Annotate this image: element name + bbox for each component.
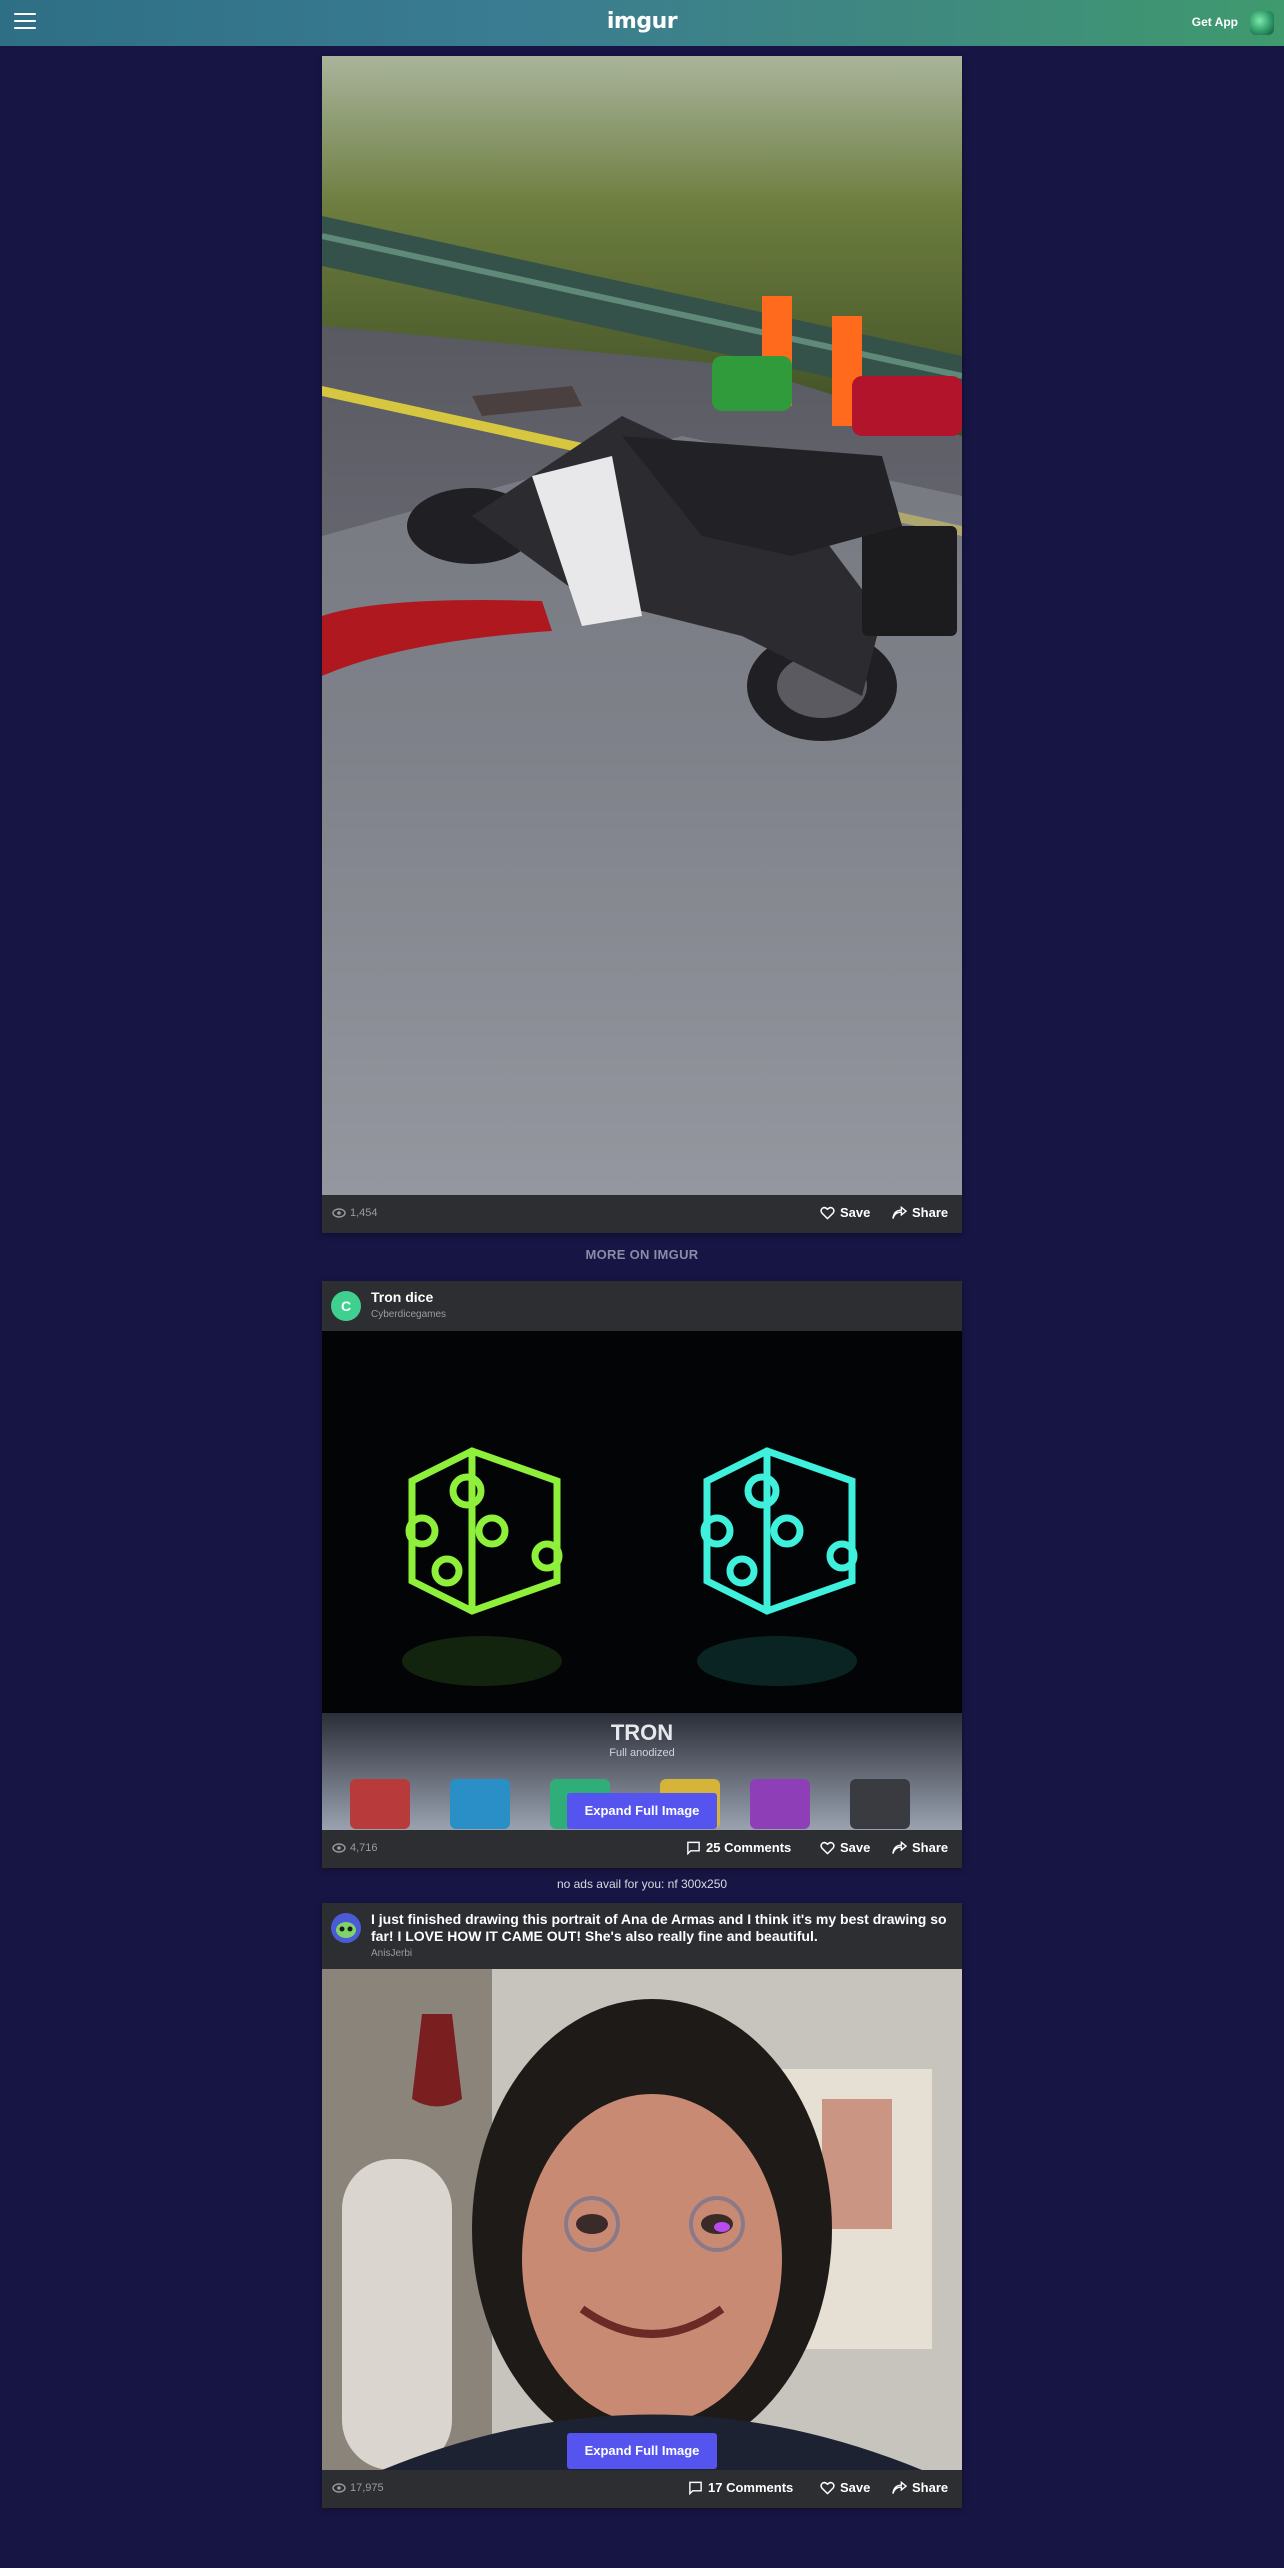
share-label: Share (912, 1205, 949, 1220)
view-count-text: 17,975 (350, 2482, 384, 2494)
ad-placeholder-note: no ads avail for you: nf 300x250 (556, 1877, 728, 1891)
expand-full-image-button[interactable]: Expand Full Image (567, 2433, 717, 2469)
share-button[interactable]: Share (892, 2480, 948, 2495)
comments-button[interactable]: 17 Comments (688, 2480, 793, 2495)
app-logo-icon[interactable] (1250, 11, 1274, 35)
save-button[interactable]: Save (820, 1840, 870, 1855)
view-count: 4,716 (332, 1842, 378, 1854)
share-button[interactable]: Share (892, 1840, 948, 1855)
expand-full-image-button[interactable]: Expand Full Image (567, 1793, 717, 1829)
banner-subtitle: Full anodized (609, 1747, 675, 1759)
avatar[interactable]: C (331, 1291, 361, 1321)
comments-label: 25 Comments (706, 1840, 792, 1855)
heart-icon (820, 1206, 835, 1220)
feed-post: C Tron dice Cyberdicegames TRON Full ano… (322, 1281, 962, 1868)
avatar[interactable] (331, 1913, 361, 1943)
post-footer: 17,975 17 Comments Save Share (322, 2470, 962, 2508)
post-image[interactable]: TRON Full anodized (322, 1331, 962, 1830)
more-on-imgur-heading: MORE ON IMGUR (585, 1247, 699, 1262)
heart-icon (820, 2481, 835, 2495)
save-label: Save (840, 1840, 871, 1855)
view-count: 1,454 (332, 1207, 378, 1219)
top-bar: imgur Get App (0, 0, 1284, 46)
share-icon (892, 2480, 907, 2494)
alien-avatar-icon (336, 1922, 356, 1938)
main-post: 1,454 Save Share (322, 56, 962, 1233)
save-button[interactable]: Save (820, 1205, 870, 1220)
post-footer: 4,716 25 Comments Save Share (322, 1830, 962, 1868)
share-button[interactable]: Share (892, 1205, 948, 1220)
save-button[interactable]: Save (820, 2480, 870, 2495)
view-count-text: 1,454 (350, 1207, 378, 1219)
post-header[interactable]: C Tron dice Cyberdicegames (322, 1281, 962, 1331)
view-count: 17,975 (332, 2482, 384, 2494)
save-label: Save (840, 1205, 871, 1220)
comment-icon (687, 1841, 700, 1855)
save-label: Save (840, 2480, 871, 2495)
view-count-text: 4,716 (350, 1842, 378, 1854)
feed-post: I just finished drawing this portrait of… (322, 1903, 962, 2508)
post-footer: 1,454 Save Share (322, 1195, 962, 1233)
banner-title: TRON (610, 1720, 674, 1745)
eye-icon (332, 1843, 346, 1853)
eye-icon (332, 1208, 346, 1218)
comments-label: 17 Comments (708, 2480, 794, 2495)
eye-icon (332, 2483, 346, 2493)
comment-icon (689, 2481, 702, 2495)
comments-button[interactable]: 25 Comments (686, 1840, 791, 1855)
share-label: Share (912, 2480, 949, 2495)
share-icon (892, 1205, 907, 1219)
share-label: Share (912, 1840, 949, 1855)
post-title[interactable]: Tron dice (371, 1289, 952, 1306)
post-image[interactable] (322, 56, 962, 1195)
post-author[interactable]: AnisJerbi (371, 1948, 412, 1959)
portrait-photo (322, 1969, 962, 2470)
post-header[interactable]: I just finished drawing this portrait of… (322, 1903, 962, 1969)
motorcycle-accident-photo (322, 56, 962, 1195)
post-author[interactable]: Cyberdicegames (371, 1309, 446, 1320)
post-image[interactable] (322, 1969, 962, 2470)
share-icon (892, 1840, 907, 1854)
post-title[interactable]: I just finished drawing this portrait of… (371, 1911, 952, 1945)
imgur-logo[interactable]: imgur (0, 9, 1284, 34)
avatar-letter: C (340, 1298, 352, 1314)
heart-icon (820, 1841, 835, 1855)
get-app-link[interactable]: Get App (1192, 15, 1238, 29)
